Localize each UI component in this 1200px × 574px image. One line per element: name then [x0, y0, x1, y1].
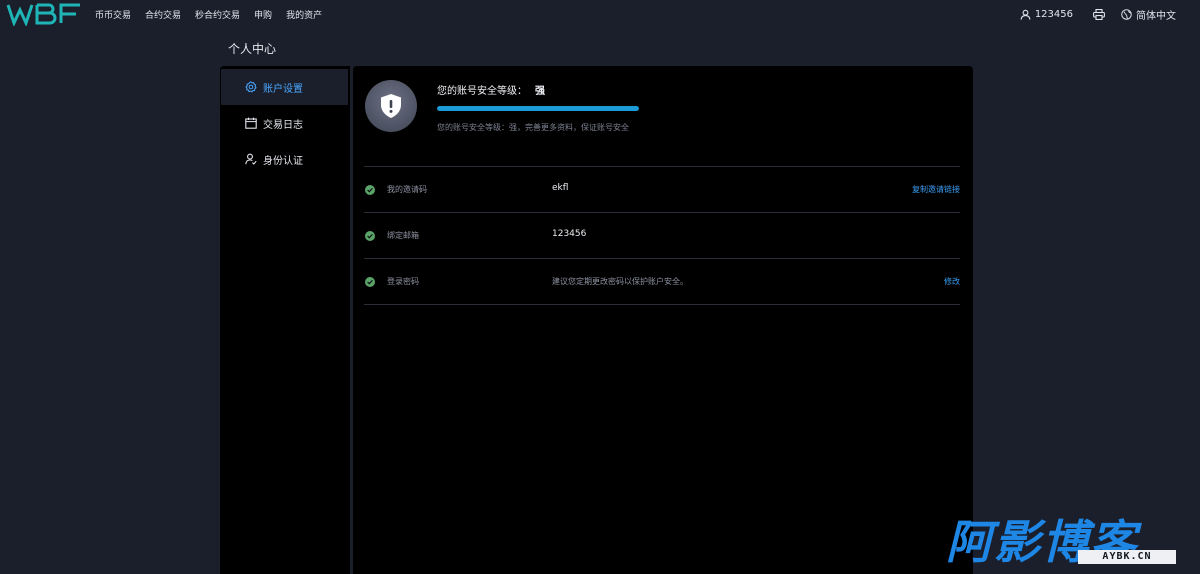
sidebar-item-account-settings[interactable]: 账户设置: [221, 69, 348, 105]
calendar-icon: [245, 117, 257, 129]
printer-icon: [1093, 8, 1105, 20]
shield-alert-icon: [381, 94, 401, 118]
print-button[interactable]: [1093, 8, 1105, 20]
invite-code-value: ekfl: [552, 183, 569, 193]
security-level-value: 强: [535, 86, 545, 97]
main-nav: 币币交易 合约交易 秒合约交易 申购 我的资产: [95, 0, 322, 28]
user-check-icon: [245, 153, 257, 165]
nav-second-contract[interactable]: 秒合约交易: [195, 8, 240, 21]
wbf-logo-icon: [6, 3, 80, 28]
sidebar: 账户设置 交易日志 身份认证: [220, 66, 350, 574]
page-title: 个人中心: [228, 42, 277, 56]
security-progress-fill: [437, 106, 639, 111]
check-circle-icon: [365, 231, 375, 241]
sidebar-item-identity-verification[interactable]: 身份认证: [221, 141, 348, 177]
account-settings-panel: 您的账号安全等级： 强 您的账号安全等级：强，完善更多资料，保证账号安全 我的邀请…: [353, 66, 973, 574]
security-level-label: 您的账号安全等级：: [437, 86, 527, 97]
check-circle-icon: [365, 185, 375, 195]
user-icon: [1020, 9, 1031, 20]
top-navbar: 币币交易 合约交易 秒合约交易 申购 我的资产 123456 简体中文: [0, 0, 1200, 28]
row-bound-email: 绑定邮箱 123456: [364, 213, 960, 259]
watermark-sub: AYBK.CN: [1078, 550, 1176, 564]
gear-icon: [245, 81, 257, 93]
row-label: 我的邀请码: [387, 185, 427, 194]
nav-my-assets[interactable]: 我的资产: [286, 8, 322, 21]
email-value: 123456: [552, 229, 587, 239]
modify-password-button[interactable]: 修改: [944, 276, 960, 287]
user-menu[interactable]: 123456: [1020, 9, 1073, 20]
security-hint: 您的账号安全等级：强，完善更多资料，保证账号安全: [437, 123, 629, 132]
copy-invite-link-button[interactable]: 复制邀请链接: [912, 184, 960, 195]
top-right-actions: 123456 简体中文: [1020, 0, 1176, 28]
language-selector[interactable]: 简体中文: [1121, 7, 1176, 22]
nav-spot-trading[interactable]: 币币交易: [95, 8, 131, 21]
nav-subscription[interactable]: 申购: [254, 8, 272, 21]
nav-contract-trading[interactable]: 合约交易: [145, 8, 181, 21]
account-info-list: 我的邀请码 ekfl 复制邀请链接 绑定邮箱 123456 登录密码 建议您定期…: [364, 166, 960, 305]
security-progress-bar: [437, 106, 639, 111]
row-invite-code: 我的邀请码 ekfl 复制邀请链接: [364, 167, 960, 213]
security-level-title: 您的账号安全等级： 强: [437, 82, 545, 97]
row-label: 绑定邮箱: [387, 231, 419, 240]
username: 123456: [1034, 8, 1073, 20]
brand-logo[interactable]: [6, 2, 82, 28]
watermark: 阿影博客 AYBK.CN: [946, 506, 1186, 569]
sidebar-item-label: 身份认证: [263, 155, 303, 167]
password-hint: 建议您定期更改密码以保护账户安全。: [552, 277, 688, 286]
language-label: 简体中文: [1136, 10, 1176, 22]
row-label: 登录密码: [387, 277, 419, 286]
sidebar-item-label: 交易日志: [263, 119, 303, 131]
sidebar-item-label: 账户设置: [263, 83, 303, 95]
sidebar-item-trade-log[interactable]: 交易日志: [221, 105, 348, 141]
security-shield-badge: [365, 80, 417, 132]
check-circle-icon: [365, 277, 375, 287]
row-login-password: 登录密码 建议您定期更改密码以保护账户安全。 修改: [364, 259, 960, 305]
globe-icon: [1121, 8, 1132, 20]
